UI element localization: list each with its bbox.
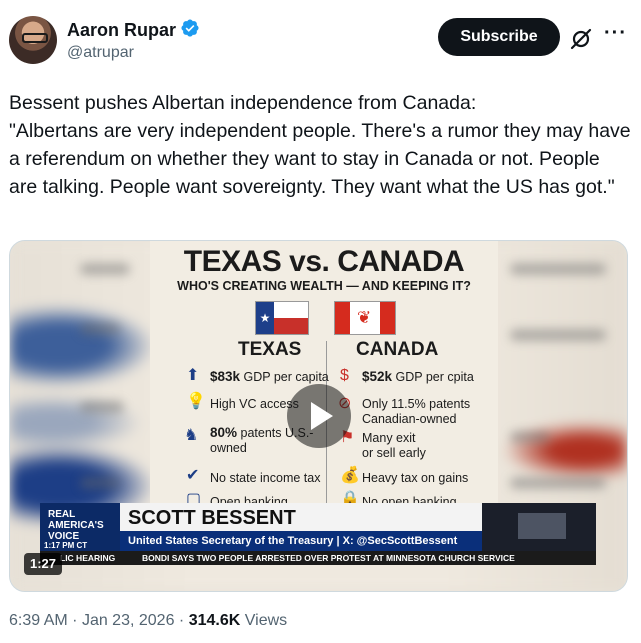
money-bag-icon: 💰 — [340, 467, 360, 484]
dollar-icon: $ — [340, 367, 349, 384]
infographic: TEXAS vs. CANADA WHO'S CREATING WEALTH —… — [150, 241, 498, 511]
subscribe-button[interactable]: Subscribe — [438, 18, 560, 56]
speaker-title: United States Secretary of the Treasury … — [120, 531, 482, 551]
infographic-subtitle: WHO'S CREATING WEALTH — AND KEEPING IT? — [177, 279, 471, 293]
canada-row-1: $52k GDP per cpita — [362, 369, 474, 384]
tweet-header: Aaron Rupar @atrupar Subscribe ··· — [0, 0, 641, 80]
arrow-up-icon: ⬆ — [186, 367, 200, 384]
video-duration: 1:27 — [24, 553, 63, 575]
checkmark-icon: ✔ — [186, 467, 200, 484]
unicorn-icon: ♞ — [184, 427, 199, 444]
more-options-icon[interactable]: ··· — [604, 22, 627, 45]
tweet-meta: 6:39 AM · Jan 23, 2026 · 314.6K Views — [9, 612, 288, 629]
network-logo: REAL AMERICA'S VOICE 1:17 PM CT — [40, 503, 120, 551]
tweet-time[interactable]: 6:39 AM — [9, 612, 68, 629]
tweet-date[interactable]: Jan 23, 2026 — [82, 612, 175, 629]
speaker-name: SCOTT BESSENT — [128, 507, 296, 529]
author-name[interactable]: Aaron Rupar — [67, 20, 176, 41]
author-handle[interactable]: @atrupar — [67, 44, 134, 62]
texas-row-4: No state income tax — [210, 471, 321, 485]
inset-video-thumbnail — [482, 503, 596, 551]
news-ticker: LIC HEARING BONDI SAYS TWO PEOPLE ARREST… — [40, 551, 596, 565]
play-button[interactable] — [287, 384, 351, 448]
lightbulb-icon: 💡 — [186, 393, 206, 410]
texas-header: TEXAS — [238, 339, 302, 360]
speaker-name-bar: SCOTT BESSENT United States Secretary of… — [120, 503, 482, 551]
news-chyron: REAL AMERICA'S VOICE 1:17 PM CT SCOTT BE… — [40, 503, 596, 565]
grok-slash-icon[interactable] — [568, 26, 594, 52]
tweet-text: Bessent pushes Albertan independence fro… — [9, 92, 631, 198]
canada-header: CANADA — [356, 339, 439, 360]
canada-row-4: Heavy tax on gains — [362, 471, 469, 485]
texas-flag-icon: ★ — [255, 301, 309, 335]
video-player[interactable]: TEXAS vs. CANADA WHO'S CREATING WEALTH —… — [9, 240, 628, 592]
verified-badge-icon — [180, 18, 200, 43]
canada-row-2: Only 11.5% patents Canadian-owned — [362, 397, 471, 426]
views-label: Views — [244, 612, 288, 629]
views-count: 314.6K — [188, 612, 241, 629]
author-name-row: Aaron Rupar — [67, 18, 200, 43]
broadcast-time: 1:17 PM CT — [44, 541, 88, 550]
texas-row-1: $83k GDP per capita — [210, 369, 329, 384]
infographic-title: TEXAS vs. CANADA — [183, 245, 465, 278]
avatar[interactable] — [9, 16, 57, 64]
texas-row-2: High VC access — [210, 397, 299, 411]
canada-flag-icon: ❦ — [334, 301, 396, 335]
canada-row-3: Many exit or sell early — [362, 431, 426, 460]
